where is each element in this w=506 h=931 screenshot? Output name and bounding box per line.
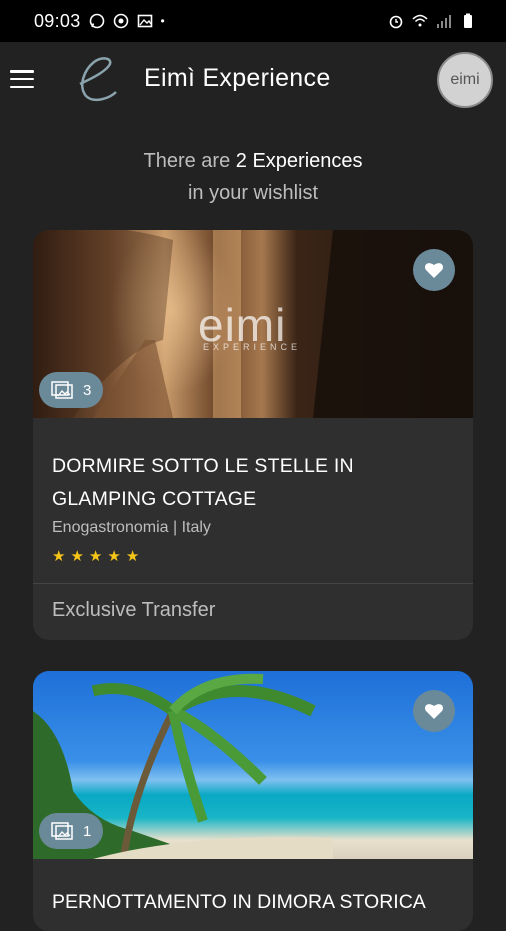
- photo-count: 1: [83, 822, 92, 840]
- gallery-icon: [51, 381, 73, 399]
- star-icon: ★: [125, 548, 140, 565]
- experience-category: Enogastronomia | Italy: [52, 519, 211, 536]
- star-icon: ★: [107, 548, 121, 565]
- photo-count-badge[interactable]: 1: [39, 813, 104, 849]
- summary-suffix: in your wishlist: [187, 182, 319, 204]
- sync-icon: [113, 13, 128, 29]
- gallery-icon: [51, 822, 73, 840]
- summary-count: 2 Experiences: [235, 150, 363, 172]
- image-watermark-sub: EXPERIENCE: [203, 342, 302, 352]
- app-bar: Eimì Experience eimi: [0, 42, 506, 116]
- avatar-text: eimi: [450, 71, 480, 88]
- notification-dot: •: [160, 14, 165, 28]
- experience-title: PERNOTTAMENTO IN DIMORA STORICA: [52, 891, 426, 913]
- heart-icon: [424, 704, 444, 719]
- whatsapp-icon: [89, 13, 104, 29]
- experience-footer: Exclusive Transfer: [52, 599, 216, 621]
- app-title: Eimì Experience: [144, 64, 331, 92]
- summary-prefix: There are: [143, 150, 231, 172]
- wishlist-summary: There are 2 Experiences in your wishlist: [0, 145, 506, 209]
- rating-stars: ★ ★ ★ ★ ★: [52, 547, 454, 565]
- favorite-button[interactable]: [413, 690, 455, 732]
- status-bar: 09:03 •: [0, 0, 506, 42]
- star-icon: ★: [88, 548, 103, 565]
- wifi-icon: [412, 14, 428, 27]
- heart-icon: [424, 263, 444, 278]
- alarm-icon: [389, 15, 403, 29]
- photo-count-badge[interactable]: 3: [39, 372, 104, 408]
- image-icon: [137, 14, 152, 28]
- menu-button[interactable]: [10, 70, 34, 88]
- signal-icon: [437, 15, 451, 28]
- experience-title: DORMIRE SOTTO LE STELLE IN GLAMPING COTT…: [52, 455, 354, 510]
- experience-image[interactable]: 1: [33, 671, 473, 859]
- star-icon: ★: [52, 548, 66, 565]
- avatar[interactable]: eimi: [437, 52, 493, 108]
- photo-count: 3: [83, 381, 92, 399]
- experience-image[interactable]: eimi EXPERIENCE 3: [33, 230, 473, 418]
- logo-icon: [79, 57, 117, 102]
- status-time: 09:03: [34, 10, 81, 31]
- experience-card[interactable]: 1 PERNOTTAMENTO IN DIMORA STORICA: [33, 671, 473, 931]
- favorite-button[interactable]: [413, 249, 455, 291]
- experience-card[interactable]: eimi EXPERIENCE 3 DORMIRE SOTTO LE STELL…: [33, 230, 473, 640]
- battery-icon: [464, 13, 472, 28]
- star-icon: ★: [70, 548, 84, 565]
